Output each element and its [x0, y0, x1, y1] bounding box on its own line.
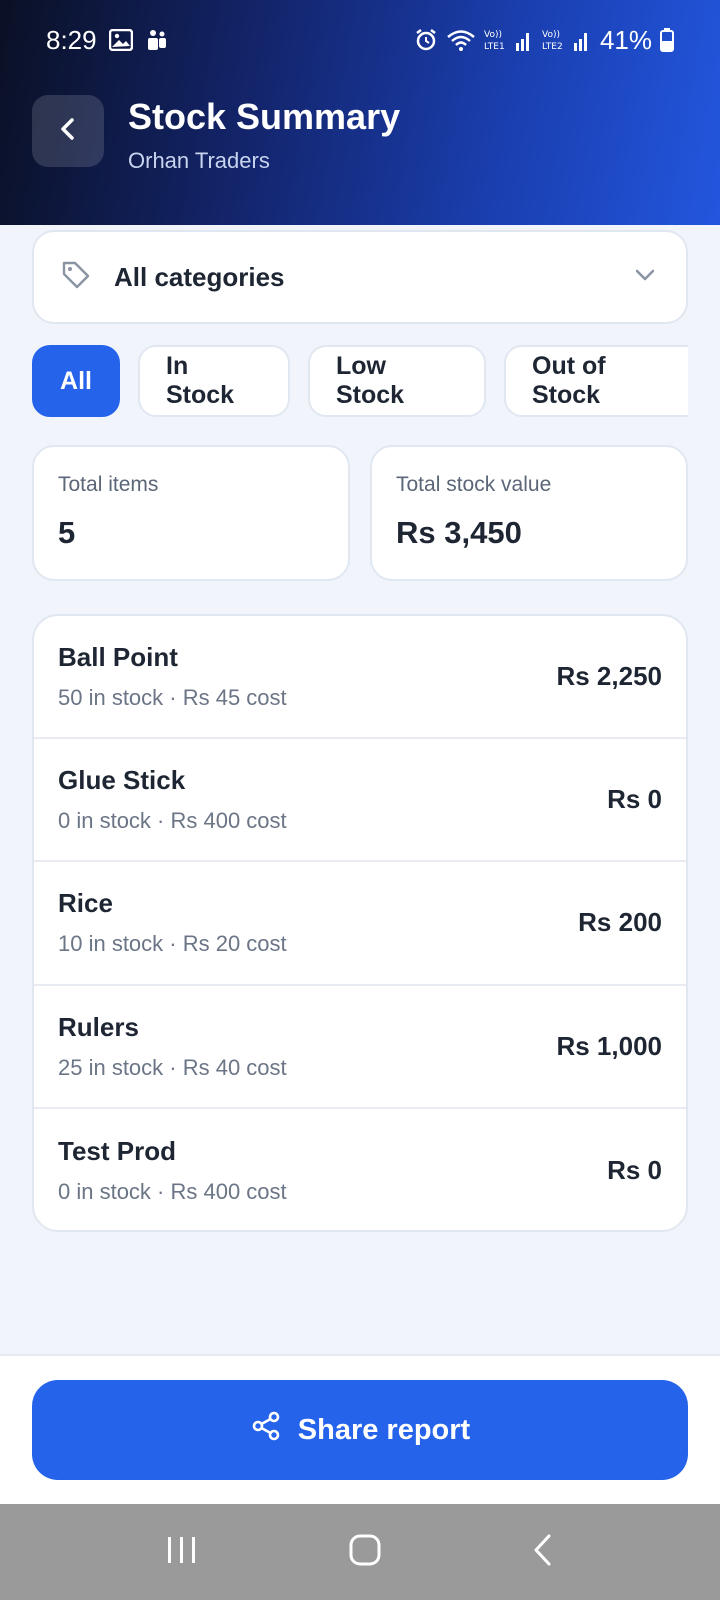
- product-name: Test Prod: [58, 1135, 176, 1166]
- status-time: 8:29: [46, 24, 97, 55]
- svg-text:Vo)): Vo)): [484, 30, 502, 40]
- list-item[interactable]: Test Prod 0 in stock · Rs 400 cost Rs 0: [34, 1109, 686, 1230]
- back-button[interactable]: [32, 95, 104, 167]
- battery-percent: 41%: [599, 24, 652, 55]
- filter-chip-low-stock[interactable]: Low Stock: [308, 345, 486, 417]
- total-stock-value-value: Rs 3,450: [396, 515, 522, 550]
- product-meta: 0 in stock · Rs 400 cost: [58, 1178, 287, 1204]
- product-value: Rs 0: [607, 784, 662, 815]
- list-item[interactable]: Rulers 25 in stock · Rs 40 cost Rs 1,000: [34, 986, 686, 1109]
- teams-icon: [145, 28, 169, 52]
- filter-chip-out-of-stock[interactable]: Out of Stock: [504, 345, 688, 417]
- share-icon: [250, 1410, 282, 1450]
- svg-text:LTE1: LTE1: [484, 42, 505, 52]
- stock-filter-chips: All In Stock Low Stock Out of Stock: [32, 345, 688, 417]
- product-value: Rs 2,250: [556, 661, 662, 692]
- share-report-label: Share report: [297, 1413, 471, 1446]
- product-name: Ball Point: [58, 642, 178, 673]
- product-value: Rs 1,000: [556, 1030, 662, 1061]
- wifi-icon: [446, 28, 476, 52]
- home-icon[interactable]: [348, 1533, 382, 1572]
- total-stock-value-label: Total stock value: [396, 473, 552, 496]
- business-name: Orhan Traders: [128, 148, 270, 173]
- svg-text:Vo)): Vo)): [542, 30, 560, 40]
- product-meta: 25 in stock · Rs 40 cost: [58, 1054, 287, 1080]
- filter-chip-all[interactable]: All: [32, 345, 120, 417]
- system-nav-bar: [0, 1504, 720, 1600]
- category-select[interactable]: All categories: [32, 230, 688, 324]
- product-name: Rulers: [58, 1011, 139, 1042]
- page-title: Stock Summary: [128, 96, 401, 137]
- product-value: Rs 0: [607, 1154, 662, 1185]
- tag-icon: [60, 259, 92, 296]
- product-meta: 10 in stock · Rs 20 cost: [58, 931, 287, 957]
- chevron-left-icon: [57, 116, 79, 147]
- alarm-icon: [414, 28, 438, 52]
- battery-icon: [660, 28, 674, 52]
- recent-apps-icon[interactable]: [165, 1535, 199, 1570]
- product-name: Glue Stick: [58, 765, 186, 796]
- total-items-label: Total items: [58, 473, 159, 496]
- total-items-card: Total items 5: [32, 445, 350, 581]
- signal-lte2-icon: Vo)) LTE2: [542, 27, 592, 53]
- chevron-down-icon: [634, 268, 656, 287]
- gallery-icon: [108, 29, 133, 51]
- back-nav-icon[interactable]: [531, 1533, 555, 1572]
- product-list: Ball Point 50 in stock · Rs 45 cost Rs 2…: [32, 614, 688, 1232]
- status-bar: 8:29 Vo)) LTE1 Vo)) LTE2 41%: [0, 0, 720, 80]
- share-report-button[interactable]: Share report: [32, 1380, 688, 1480]
- list-item[interactable]: Glue Stick 0 in stock · Rs 400 cost Rs 0: [34, 739, 686, 863]
- filter-chip-in-stock[interactable]: In Stock: [138, 345, 290, 417]
- total-items-value: 5: [58, 515, 76, 550]
- total-stock-value-card: Total stock value Rs 3,450: [370, 445, 688, 581]
- svg-text:LTE2: LTE2: [542, 42, 563, 52]
- list-item[interactable]: Rice 10 in stock · Rs 20 cost Rs 200: [34, 862, 686, 986]
- product-name: Rice: [58, 888, 113, 919]
- product-meta: 0 in stock · Rs 400 cost: [58, 808, 287, 834]
- category-select-value: All categories: [114, 261, 285, 292]
- app-header: 8:29 Vo)) LTE1 Vo)) LTE2 41% Stock Summa…: [0, 0, 720, 225]
- product-meta: 50 in stock · Rs 45 cost: [58, 685, 287, 711]
- list-item[interactable]: Ball Point 50 in stock · Rs 45 cost Rs 2…: [34, 616, 686, 740]
- signal-lte1-icon: Vo)) LTE1: [484, 27, 534, 53]
- product-value: Rs 200: [578, 907, 662, 938]
